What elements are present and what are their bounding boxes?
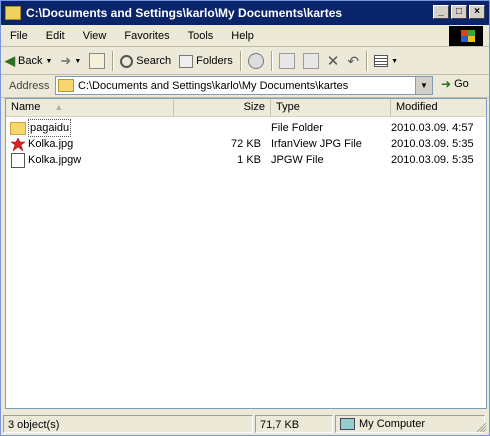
undo-icon: ↶ <box>347 52 360 69</box>
move-to-icon <box>278 53 295 69</box>
menu-file[interactable]: File <box>1 30 37 42</box>
forward-arrow-icon: ➜ <box>60 53 72 68</box>
close-button[interactable]: × <box>469 5 485 19</box>
address-input[interactable]: C:\Documents and Settings\karlo\My Docum… <box>55 76 433 95</box>
column-header: Name ▲ Size Type Modified <box>6 99 486 117</box>
copy-to-button[interactable] <box>299 50 323 72</box>
title-bar[interactable]: C:\Documents and Settings\karlo\My Docum… <box>1 1 489 25</box>
file-name: Kolka.jpg <box>28 138 74 150</box>
address-bar: Address C:\Documents and Settings\karlo\… <box>1 75 489 98</box>
copy-to-icon <box>302 53 319 69</box>
go-button[interactable]: ➜ Go <box>441 77 469 91</box>
generic-file-icon <box>11 152 25 168</box>
file-list-view[interactable]: Name ▲ Size Type Modified pagaidu File Fo… <box>5 98 487 409</box>
file-name: Kolka.jpgw <box>28 154 82 166</box>
explorer-window: C:\Documents and Settings\karlo\My Docum… <box>0 0 490 436</box>
column-modified[interactable]: Modified <box>391 99 486 116</box>
go-arrow-icon: ➜ <box>441 77 452 91</box>
maximize-button[interactable]: □ <box>451 5 467 19</box>
my-computer-icon <box>340 418 355 430</box>
file-row-kolka-jpgw[interactable]: Kolka.jpgw 1 KB JPGW File 2010.03.09. 5:… <box>6 152 486 168</box>
menu-tools[interactable]: Tools <box>179 30 223 42</box>
toolbar-separator <box>270 51 272 71</box>
menu-help[interactable]: Help <box>222 30 263 42</box>
status-bar: 3 object(s) 71,7 KB My Computer <box>1 413 489 435</box>
file-row-pagaidu[interactable]: pagaidu File Folder 2010.03.09. 4:57 <box>6 119 486 137</box>
address-label: Address <box>9 80 50 92</box>
folders-button[interactable]: Folders <box>175 50 237 72</box>
standard-toolbar: ◀ Back ▼ ➜ ▼ Search Folders ✕ ↶ ▼ <box>1 48 489 75</box>
back-button[interactable]: ◀ Back ▼ <box>1 50 56 72</box>
forward-button[interactable]: ➜ ▼ <box>56 50 85 72</box>
file-size: 1 KB <box>237 154 261 166</box>
history-button[interactable] <box>244 50 268 72</box>
minimize-button[interactable]: _ <box>433 5 449 19</box>
folder-icon <box>58 79 74 92</box>
column-size[interactable]: Size <box>174 99 271 116</box>
search-button[interactable]: Search <box>116 50 175 72</box>
folders-icon <box>179 54 194 68</box>
menu-favorites[interactable]: Favorites <box>115 30 178 42</box>
status-object-count: 3 object(s) <box>3 415 253 433</box>
up-folder-button[interactable] <box>85 50 109 72</box>
views-button[interactable]: ▼ <box>370 50 402 72</box>
irfanview-jpg-icon <box>10 136 26 152</box>
undo-button[interactable]: ↶ <box>343 50 363 72</box>
search-icon <box>120 54 134 68</box>
resize-grip-icon[interactable] <box>475 421 487 433</box>
menu-view[interactable]: View <box>74 30 116 42</box>
folder-icon <box>10 121 26 135</box>
move-to-button[interactable] <box>275 50 299 72</box>
file-name: pagaidu <box>28 119 72 137</box>
history-icon <box>247 53 264 69</box>
column-type[interactable]: Type <box>271 99 391 116</box>
column-name[interactable]: Name ▲ <box>6 99 174 116</box>
views-icon <box>374 55 389 67</box>
toolbar-separator <box>239 51 241 71</box>
file-size: 72 KB <box>231 138 261 150</box>
file-modified: 2010.03.09. 4:57 <box>391 122 474 134</box>
chevron-down-icon[interactable]: ▼ <box>74 58 81 65</box>
address-dropdown-button[interactable]: ▼ <box>415 77 432 94</box>
menu-edit[interactable]: Edit <box>37 30 74 42</box>
windows-logo-icon <box>449 26 483 46</box>
window-title: C:\Documents and Settings\karlo\My Docum… <box>26 6 343 20</box>
chevron-down-icon[interactable]: ▼ <box>45 58 52 65</box>
back-arrow-icon: ◀ <box>5 53 15 68</box>
status-size: 71,7 KB <box>255 415 333 433</box>
folder-icon <box>5 6 21 20</box>
up-folder-icon <box>89 53 106 69</box>
sort-ascending-icon: ▲ <box>54 102 64 112</box>
file-row-kolka-jpg[interactable]: Kolka.jpg 72 KB IrfanView JPG File 2010.… <box>6 136 486 152</box>
delete-button[interactable]: ✕ <box>323 50 344 72</box>
status-zone: My Computer <box>335 415 485 433</box>
chevron-down-icon[interactable]: ▼ <box>391 58 398 65</box>
file-type: JPGW File <box>271 154 324 166</box>
toolbar-separator <box>112 51 114 71</box>
file-type: File Folder <box>271 122 323 134</box>
menu-bar: File Edit View Favorites Tools Help <box>1 26 489 47</box>
address-value: C:\Documents and Settings\karlo\My Docum… <box>78 79 349 92</box>
file-type: IrfanView JPG File <box>271 138 362 150</box>
file-modified: 2010.03.09. 5:35 <box>391 154 474 166</box>
file-modified: 2010.03.09. 5:35 <box>391 138 474 150</box>
toolbar-separator <box>366 51 368 71</box>
delete-icon: ✕ <box>326 53 340 70</box>
